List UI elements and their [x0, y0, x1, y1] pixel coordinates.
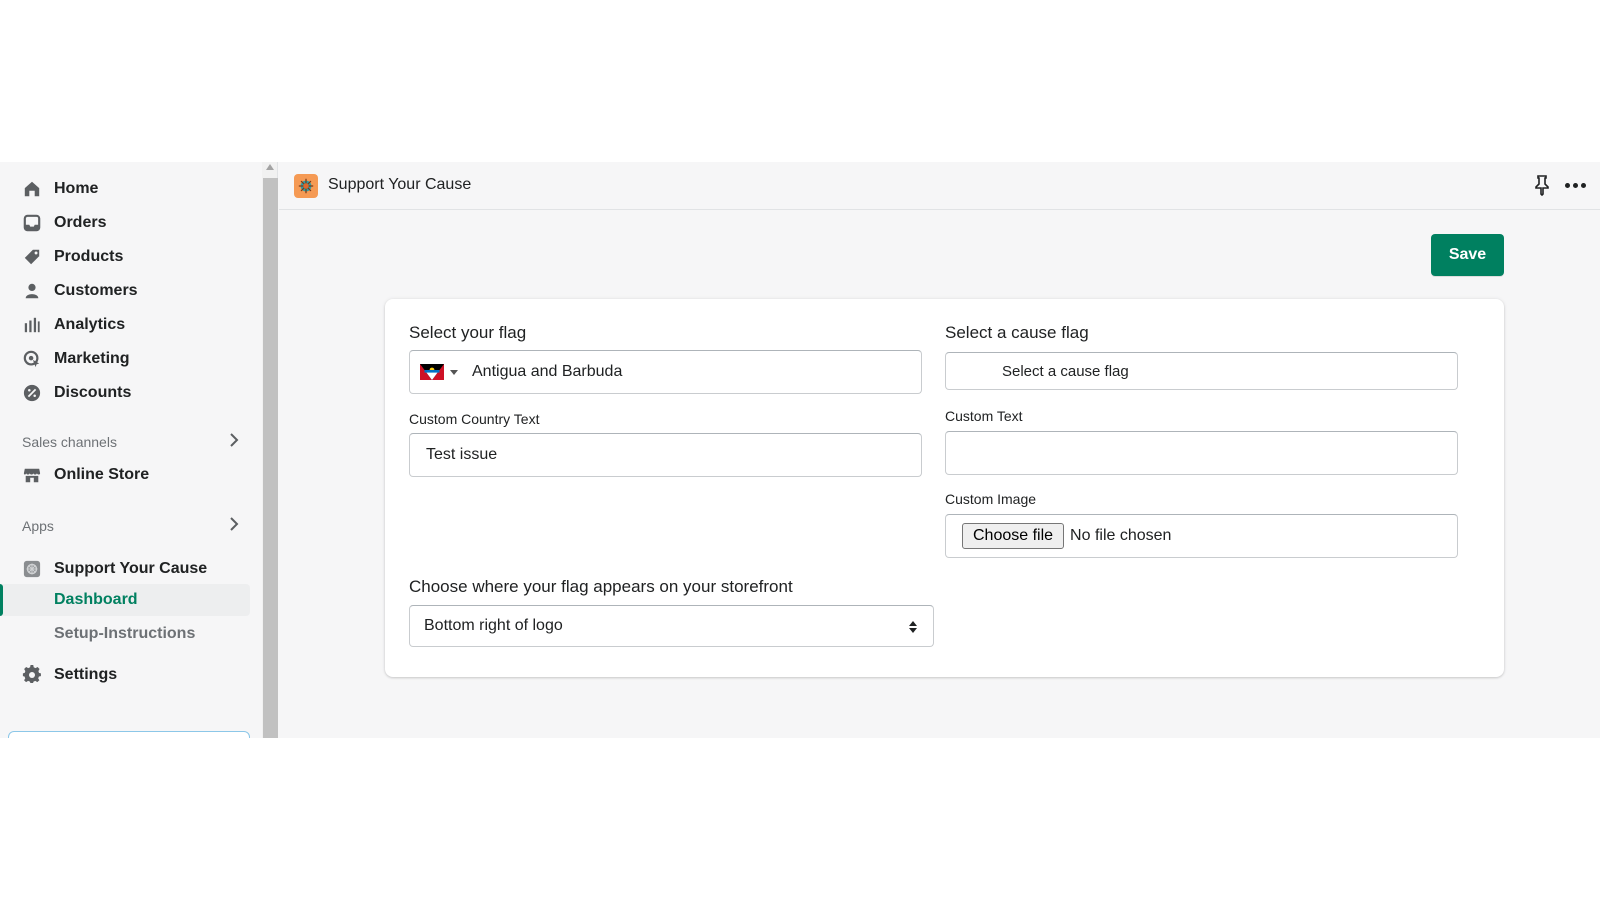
position-select-value: Bottom right of logo	[424, 617, 563, 634]
tag-icon	[22, 247, 42, 267]
pin-icon[interactable]	[1532, 174, 1552, 197]
custom-image-label: Custom Image	[945, 491, 1037, 507]
sidebar: Home Orders Products Customers Analytics	[0, 162, 262, 738]
app-icon	[22, 559, 42, 579]
custom-image-file-input[interactable]: Choose file No file chosen	[945, 514, 1458, 558]
main-content: Support Your Cause Save Select your flag…	[279, 162, 1600, 738]
cause-flag-select[interactable]: Select a cause flag	[945, 352, 1458, 390]
country-text-value: Test issue	[426, 446, 498, 463]
scrollbar-thumb[interactable]	[263, 178, 278, 738]
custom-text-label: Custom Text	[945, 408, 1023, 424]
sidebar-item-marketing[interactable]: Marketing	[22, 344, 130, 374]
sidebar-item-customers[interactable]: Customers	[22, 276, 138, 306]
select-arrows-icon	[909, 620, 917, 634]
antigua-flag-icon	[420, 364, 444, 380]
bar-chart-icon	[22, 315, 42, 335]
caret-down-icon	[450, 369, 458, 375]
chevron-right-icon[interactable]	[228, 432, 240, 452]
person-icon	[22, 281, 42, 301]
position-select[interactable]: Bottom right of logo	[409, 605, 934, 647]
flag-select-value: Antigua and Barbuda	[472, 363, 623, 380]
app-topbar: Support Your Cause	[279, 162, 1600, 210]
sidebar-item-online-store[interactable]: Online Store	[22, 460, 149, 490]
sidebar-item-products[interactable]: Products	[22, 242, 123, 272]
flag-select[interactable]: Antigua and Barbuda	[409, 350, 922, 394]
app-logo-icon	[294, 174, 318, 198]
page-title: Support Your Cause	[328, 176, 472, 193]
sidebar-item-home[interactable]: Home	[22, 174, 98, 204]
orders-icon	[22, 213, 42, 233]
more-options-icon[interactable]	[1563, 174, 1587, 196]
sidebar-item-support-your-cause[interactable]: Support Your Cause	[22, 554, 207, 584]
target-icon	[22, 349, 42, 369]
sidebar-item-settings[interactable]: Settings	[22, 660, 117, 690]
discount-icon	[22, 383, 42, 403]
no-file-text: No file chosen	[1070, 527, 1172, 544]
sidebar-subitem-setup-instructions[interactable]: Setup-Instructions	[0, 618, 250, 650]
custom-text-input[interactable]	[945, 431, 1458, 475]
admin-frame: Home Orders Products Customers Analytics	[0, 162, 1600, 738]
gear-icon	[22, 665, 42, 685]
cause-flag-placeholder: Select a cause flag	[1002, 362, 1129, 380]
position-label: Choose where your flag appears on your s…	[409, 577, 793, 596]
home-icon	[22, 179, 42, 199]
sidebar-scrollbar[interactable]	[262, 162, 278, 738]
save-button[interactable]: Save	[1431, 234, 1504, 276]
cause-flag-label: Select a cause flag	[945, 323, 1089, 342]
choose-file-button[interactable]: Choose file	[962, 523, 1065, 549]
sidebar-bottom-card	[8, 731, 250, 738]
scroll-up-arrow[interactable]	[266, 164, 274, 170]
country-text-label: Custom Country Text	[409, 411, 540, 427]
sidebar-item-discounts[interactable]: Discounts	[22, 378, 131, 408]
settings-card: Select your flag Antigua and Barbuda Cus…	[385, 299, 1504, 677]
apps-header[interactable]: Apps	[22, 514, 240, 538]
chevron-right-icon[interactable]	[228, 516, 240, 536]
sidebar-item-orders[interactable]: Orders	[22, 208, 106, 238]
flag-label: Select your flag	[409, 323, 527, 342]
store-icon	[22, 465, 42, 485]
sidebar-subitem-dashboard[interactable]: Dashboard	[0, 584, 250, 616]
flag-dropdown-toggle[interactable]	[420, 364, 458, 380]
country-text-input[interactable]: Test issue	[409, 433, 922, 477]
sales-channels-header[interactable]: Sales channels	[22, 430, 240, 454]
sidebar-item-analytics[interactable]: Analytics	[22, 310, 125, 340]
